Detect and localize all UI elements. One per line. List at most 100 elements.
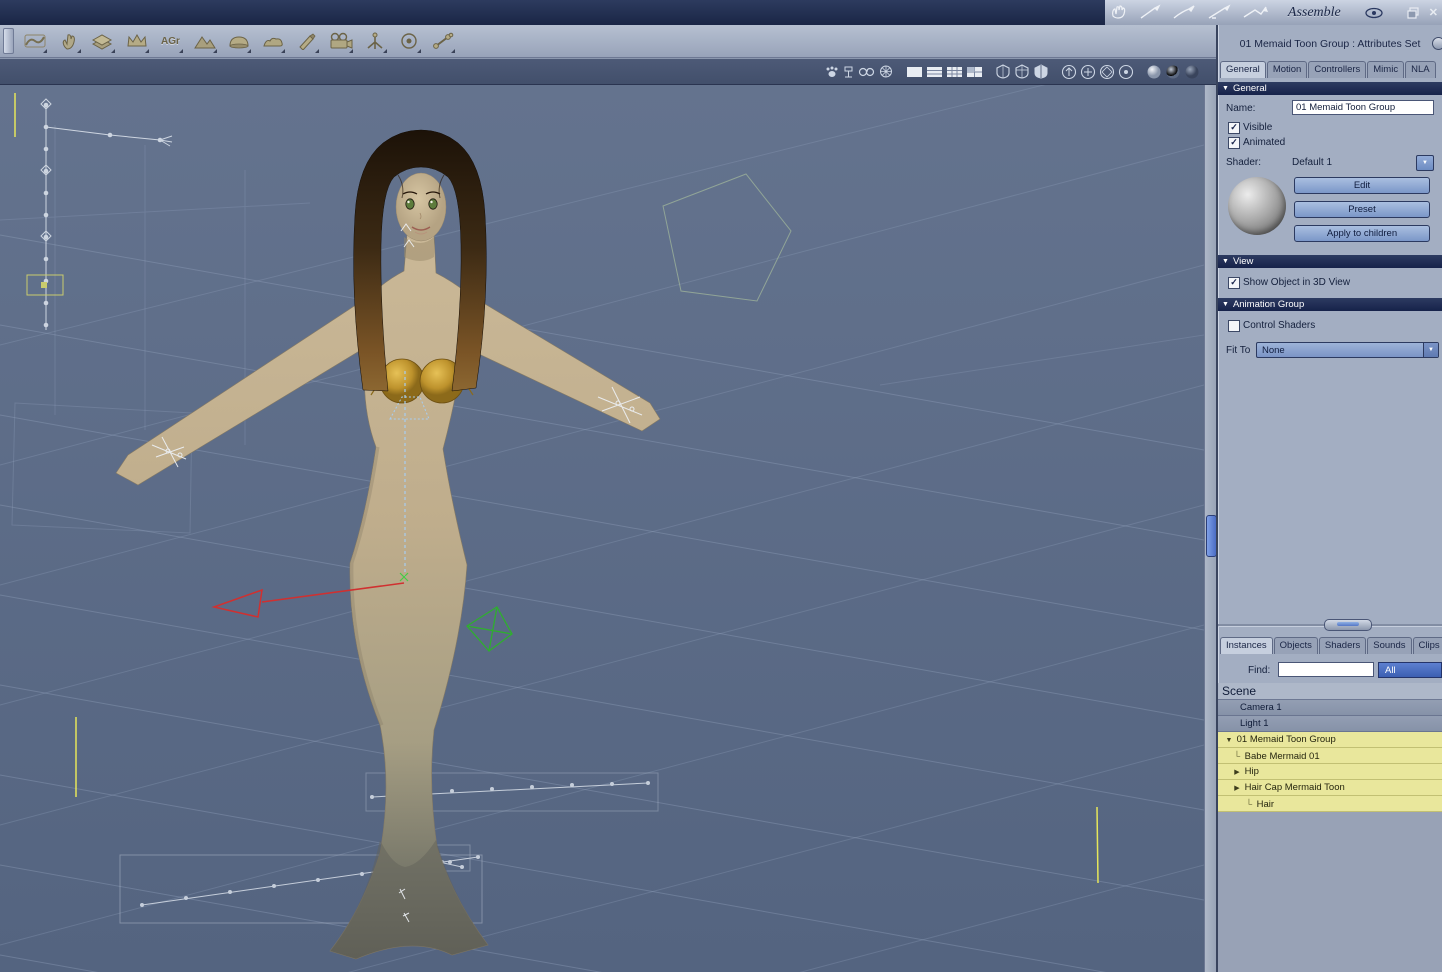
- display-mode-flat-icon[interactable]: [906, 66, 923, 78]
- dome-tool-icon[interactable]: [225, 28, 252, 54]
- mermaid-face[interactable]: [395, 172, 447, 242]
- pencil-c-icon[interactable]: [1206, 4, 1232, 21]
- sphere-preview-mid-icon[interactable]: [1165, 64, 1181, 80]
- display-mode-lines-icon[interactable]: [926, 66, 943, 78]
- display-mode-grid-icon[interactable]: [946, 66, 963, 78]
- tab-sounds[interactable]: Sounds: [1367, 637, 1412, 654]
- camera-pan-icon[interactable]: [1080, 64, 1096, 80]
- scene-row-label: 01 Memaid Toon Group: [1236, 734, 1336, 745]
- dolly-icon[interactable]: [842, 65, 855, 79]
- shading-mode-c-icon[interactable]: [1033, 64, 1049, 79]
- tree-corner-icon: └: [1245, 799, 1253, 809]
- paw-tool-icon[interactable]: [824, 65, 839, 79]
- stack-tool-icon[interactable]: [89, 28, 116, 54]
- binoculars-icon[interactable]: [858, 65, 875, 78]
- collapse-arrow-icon: ▼: [1222, 301, 1229, 308]
- find-input[interactable]: [1278, 662, 1374, 677]
- gyroscope-icon[interactable]: [878, 64, 894, 79]
- edit-button[interactable]: Edit: [1294, 177, 1430, 194]
- scene-row-babe-mermaid[interactable]: └ Babe Mermaid 01: [1218, 748, 1442, 764]
- animated-checkbox[interactable]: ✓: [1228, 137, 1240, 149]
- mermaid-model[interactable]: [115, 129, 661, 960]
- tab-mimic[interactable]: Mimic: [1367, 61, 1405, 78]
- camera-tool-icon[interactable]: [327, 28, 354, 54]
- tab-controllers[interactable]: Controllers: [1308, 61, 1367, 78]
- sphere-preview-dark-icon[interactable]: [1184, 64, 1200, 80]
- restore-window-icon[interactable]: [1407, 6, 1420, 19]
- panel-menu-icon[interactable]: [1432, 37, 1442, 50]
- scene-row-light[interactable]: Light 1: [1218, 716, 1442, 732]
- mermaid-body[interactable]: [115, 234, 661, 960]
- visible-checkbox[interactable]: ✓: [1228, 122, 1240, 134]
- scene-row-camera[interactable]: Camera 1: [1218, 700, 1442, 716]
- preset-button[interactable]: Preset: [1294, 201, 1430, 218]
- tab-clips[interactable]: Clips: [1412, 637, 1442, 654]
- tab-motion[interactable]: Motion: [1266, 61, 1308, 78]
- filter-dropdown[interactable]: All: [1378, 662, 1442, 678]
- scene-list-empty-area[interactable]: [1218, 812, 1442, 972]
- shading-mode-a-icon[interactable]: [995, 64, 1011, 79]
- crown-tool-icon[interactable]: [123, 28, 150, 54]
- eye-icon[interactable]: [1364, 6, 1384, 20]
- collapse-arrow-icon: ▼: [1222, 258, 1229, 265]
- z-axis-cone[interactable]: [466, 606, 513, 652]
- pencil-b-icon[interactable]: [1171, 4, 1197, 21]
- show-object-checkbox[interactable]: ✓: [1228, 277, 1240, 289]
- camera-orbit-icon[interactable]: [1061, 64, 1077, 80]
- tab-nla[interactable]: NLA: [1405, 61, 1436, 78]
- scene-row-group[interactable]: ▼ 01 Memaid Toon Group: [1218, 732, 1442, 748]
- pen-tool-icon[interactable]: [293, 28, 320, 54]
- viewport-vertical-scrollbar[interactable]: [1204, 85, 1217, 972]
- rig-tool-icon[interactable]: [361, 28, 388, 54]
- shader-dropdown-button[interactable]: ▼: [1416, 155, 1434, 171]
- camera-dolly-icon[interactable]: [1118, 64, 1134, 80]
- expander-open-icon[interactable]: ▼: [1224, 733, 1234, 747]
- wave-tool-icon[interactable]: [21, 28, 48, 54]
- fit-to-value: None: [1262, 345, 1285, 356]
- fit-to-dropdown[interactable]: None ▼: [1256, 342, 1439, 358]
- tab-shaders[interactable]: Shaders: [1318, 637, 1367, 654]
- scene-row-hip[interactable]: ▶ Hip: [1218, 764, 1442, 780]
- control-shaders-checkbox[interactable]: [1228, 320, 1240, 332]
- browser-tabs: Instances Objects Shaders Sounds Clips: [1220, 637, 1442, 654]
- scene-row-hair[interactable]: └ Hair: [1218, 796, 1442, 812]
- sphere-preview-light-icon[interactable]: [1146, 64, 1162, 80]
- tab-objects[interactable]: Objects: [1273, 637, 1318, 654]
- apply-to-children-button[interactable]: Apply to children: [1294, 225, 1430, 242]
- target-tool-icon[interactable]: [395, 28, 422, 54]
- display-mode-textured-icon[interactable]: [966, 66, 983, 78]
- hand-tool-icon[interactable]: [1109, 4, 1129, 22]
- control-shaders-label: Control Shaders: [1243, 320, 1316, 331]
- mountain-tool-icon[interactable]: [191, 28, 218, 54]
- chevron-down-icon: ▼: [1428, 346, 1434, 353]
- room-label: Assemble: [1287, 4, 1341, 20]
- section-general[interactable]: ▼ General: [1218, 82, 1442, 95]
- section-animation-group-label: Animation Group: [1232, 299, 1305, 310]
- name-input[interactable]: [1292, 100, 1434, 115]
- pencil-a-icon[interactable]: [1138, 4, 1162, 21]
- pencil-d-icon[interactable]: [1241, 4, 1269, 21]
- scene-row-label: Camera 1: [1240, 702, 1282, 713]
- section-view[interactable]: ▼ View: [1218, 255, 1442, 268]
- pentagon-wireframe[interactable]: [662, 173, 792, 302]
- panel-splitter-handle[interactable]: [1324, 619, 1372, 631]
- expander-closed-icon[interactable]: ▶: [1232, 781, 1242, 795]
- tab-general[interactable]: General: [1220, 61, 1266, 78]
- tree-corner-icon: └: [1233, 751, 1241, 761]
- close-window-icon[interactable]: ✕: [1429, 6, 1438, 19]
- toolbar-dock-handle[interactable]: [3, 28, 14, 54]
- agr-tool-icon[interactable]: AGr: [157, 28, 184, 54]
- attributes-tabs: General Motion Controllers Mimic NLA: [1220, 61, 1437, 78]
- expander-closed-icon[interactable]: ▶: [1232, 765, 1242, 779]
- touch-tool-icon[interactable]: [55, 28, 82, 54]
- camera-bank-icon[interactable]: [1099, 64, 1115, 80]
- bone-tool-icon[interactable]: [429, 28, 456, 54]
- tab-instances[interactable]: Instances: [1220, 637, 1273, 654]
- shader-preview-sphere[interactable]: [1228, 177, 1286, 235]
- animated-label: Animated: [1243, 137, 1286, 148]
- shading-mode-b-icon[interactable]: [1014, 64, 1030, 79]
- section-animation-group[interactable]: ▼ Animation Group: [1218, 298, 1442, 311]
- terrain-tool-icon[interactable]: [259, 28, 286, 54]
- scene-row-hair-cap[interactable]: ▶ Hair Cap Mermaid Toon: [1218, 780, 1442, 796]
- viewport-3d[interactable]: [0, 85, 1204, 972]
